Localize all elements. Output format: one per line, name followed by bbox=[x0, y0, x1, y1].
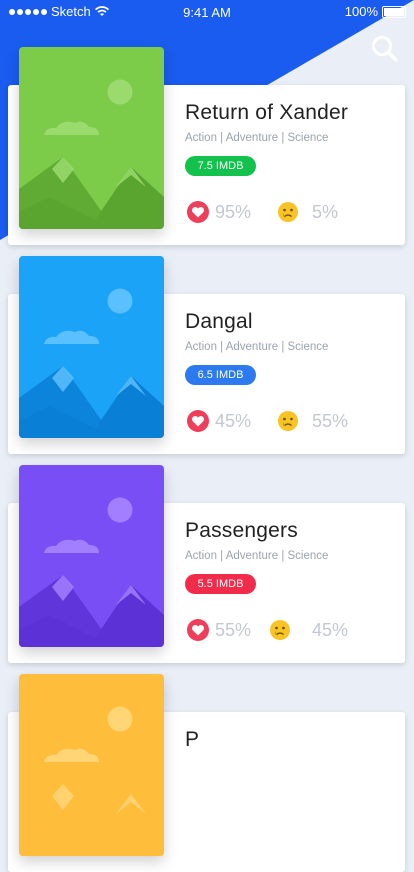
movie-poster-image[interactable] bbox=[19, 674, 164, 856]
movie-title: Return of Xander bbox=[185, 101, 349, 124]
movie-genres: Action | Adventure | Science bbox=[185, 550, 329, 562]
search-button[interactable] bbox=[370, 34, 400, 64]
movie-poster-image[interactable] bbox=[19, 47, 164, 229]
heart-icon[interactable] bbox=[187, 201, 209, 223]
rating-badge: 5.5 IMDB bbox=[185, 574, 256, 594]
rating-badge: 6.5 IMDB bbox=[185, 365, 256, 385]
battery-group: 100% bbox=[345, 4, 406, 19]
battery-icon bbox=[382, 5, 406, 18]
movie-poster-image[interactable] bbox=[19, 256, 164, 438]
sad-face-icon[interactable] bbox=[277, 410, 299, 432]
sad-face-icon[interactable] bbox=[269, 619, 291, 641]
sad-face-icon[interactable] bbox=[277, 201, 299, 223]
search-icon bbox=[372, 36, 398, 62]
movie-title: P bbox=[185, 728, 200, 751]
dislike-percent: 5% bbox=[312, 202, 339, 222]
like-percent: 55% bbox=[215, 620, 252, 640]
movie-genres: Action | Adventure | Science bbox=[185, 341, 329, 353]
battery-percent: 100% bbox=[344, 4, 378, 19]
heart-icon[interactable] bbox=[187, 619, 209, 641]
status-bar: Sketch 9:41 AM 100% bbox=[0, 0, 414, 24]
rating-badge: 7.5 IMDB bbox=[185, 156, 256, 176]
movie-genres: Action | Adventure | Science bbox=[185, 132, 329, 144]
heart-icon[interactable] bbox=[187, 410, 209, 432]
like-percent: 45% bbox=[215, 411, 252, 431]
movie-title: Dangal bbox=[185, 310, 253, 333]
movie-title: Passengers bbox=[185, 519, 298, 542]
movie-poster-image[interactable] bbox=[19, 465, 164, 647]
dislike-percent: 45% bbox=[312, 620, 349, 640]
dislike-percent: 55% bbox=[312, 411, 349, 431]
like-percent: 95% bbox=[215, 202, 252, 222]
